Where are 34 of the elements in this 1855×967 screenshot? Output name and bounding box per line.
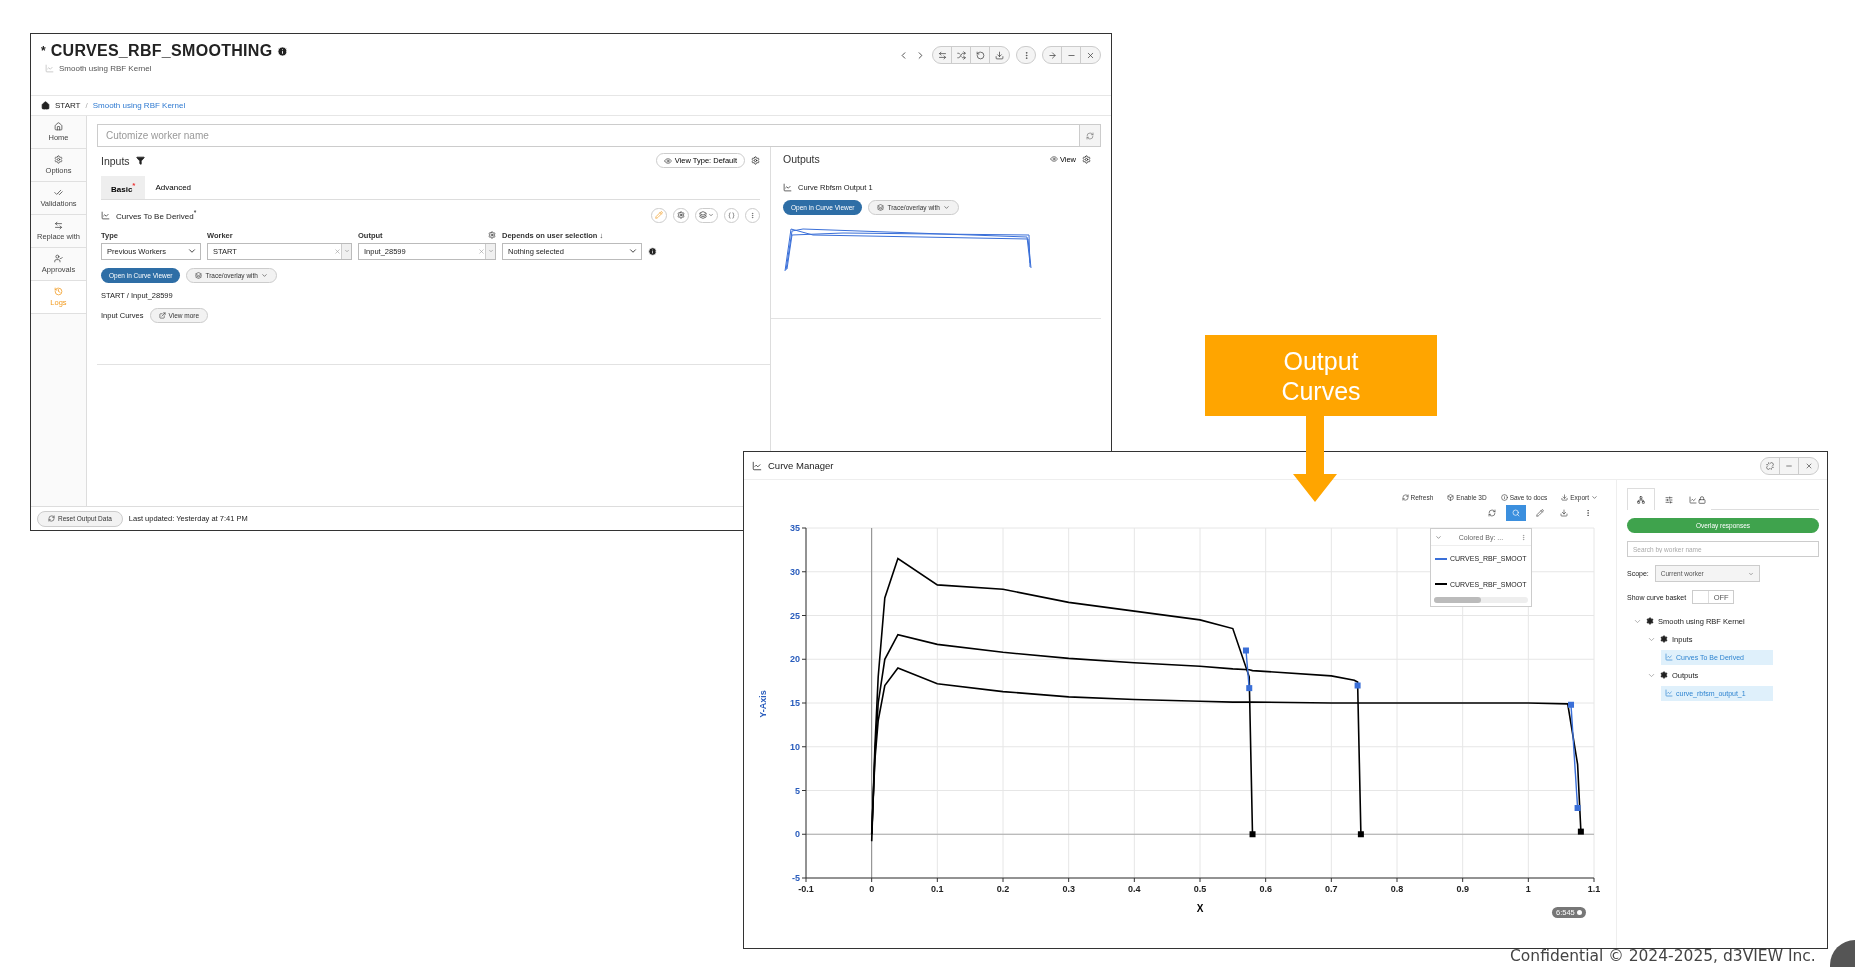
panel-title: Outputs <box>783 153 820 165</box>
callout-box: Output Curves <box>1205 335 1437 416</box>
section-title: Curves To Be Derived$^{*}$ <box>116 209 197 221</box>
x-tick-label: 0.1 <box>931 884 944 894</box>
x-tick-label: 1 <box>1525 884 1531 894</box>
window-subtitle: Smooth using RBF Kernel <box>59 64 152 73</box>
y-tick-label: 0 <box>795 829 800 840</box>
y-tick-label: 20 <box>790 654 800 665</box>
breadcrumb-separator: / <box>85 101 88 110</box>
x-axis-label: X <box>1196 903 1204 914</box>
x-tick-label: 0.2 <box>996 884 1010 894</box>
y-tick-label: 25 <box>790 610 800 621</box>
y-axis-label: Y-Axis <box>758 690 768 718</box>
x-tick-label: 1.1 <box>1587 884 1601 894</box>
x-tick-label: 0.3 <box>1062 884 1075 894</box>
x-tick-label: 0.5 <box>1193 884 1207 894</box>
x-tick-label: 0.7 <box>1325 884 1338 894</box>
window-title: Curve Manager <box>768 460 834 471</box>
slide-footer: Confidential © 2024-2025, d3VIEW Inc. <box>1510 947 1816 965</box>
x-tick-label: 0.6 <box>1259 884 1272 894</box>
y-tick-label: 10 <box>790 741 800 752</box>
window-title: CURVES_RBF_SMOOTHING <box>50 42 273 60</box>
x-tick-label: 0 <box>869 884 875 894</box>
x-tick-label: 0.9 <box>1456 884 1469 894</box>
x-tick-label: 0.4 <box>1128 884 1141 894</box>
y-tick-label: -5 <box>792 873 800 883</box>
y-tick-label: 30 <box>790 566 800 577</box>
x-tick-label: -0.1 <box>798 884 814 894</box>
x-tick-label: 0.8 <box>1390 884 1404 894</box>
y-tick-label: 5 <box>795 785 800 796</box>
modified-mark: * <box>41 44 46 58</box>
y-tick-label: 15 <box>790 698 800 708</box>
y-tick-label: 35 <box>790 523 800 533</box>
panel-title: Inputs <box>101 154 130 167</box>
